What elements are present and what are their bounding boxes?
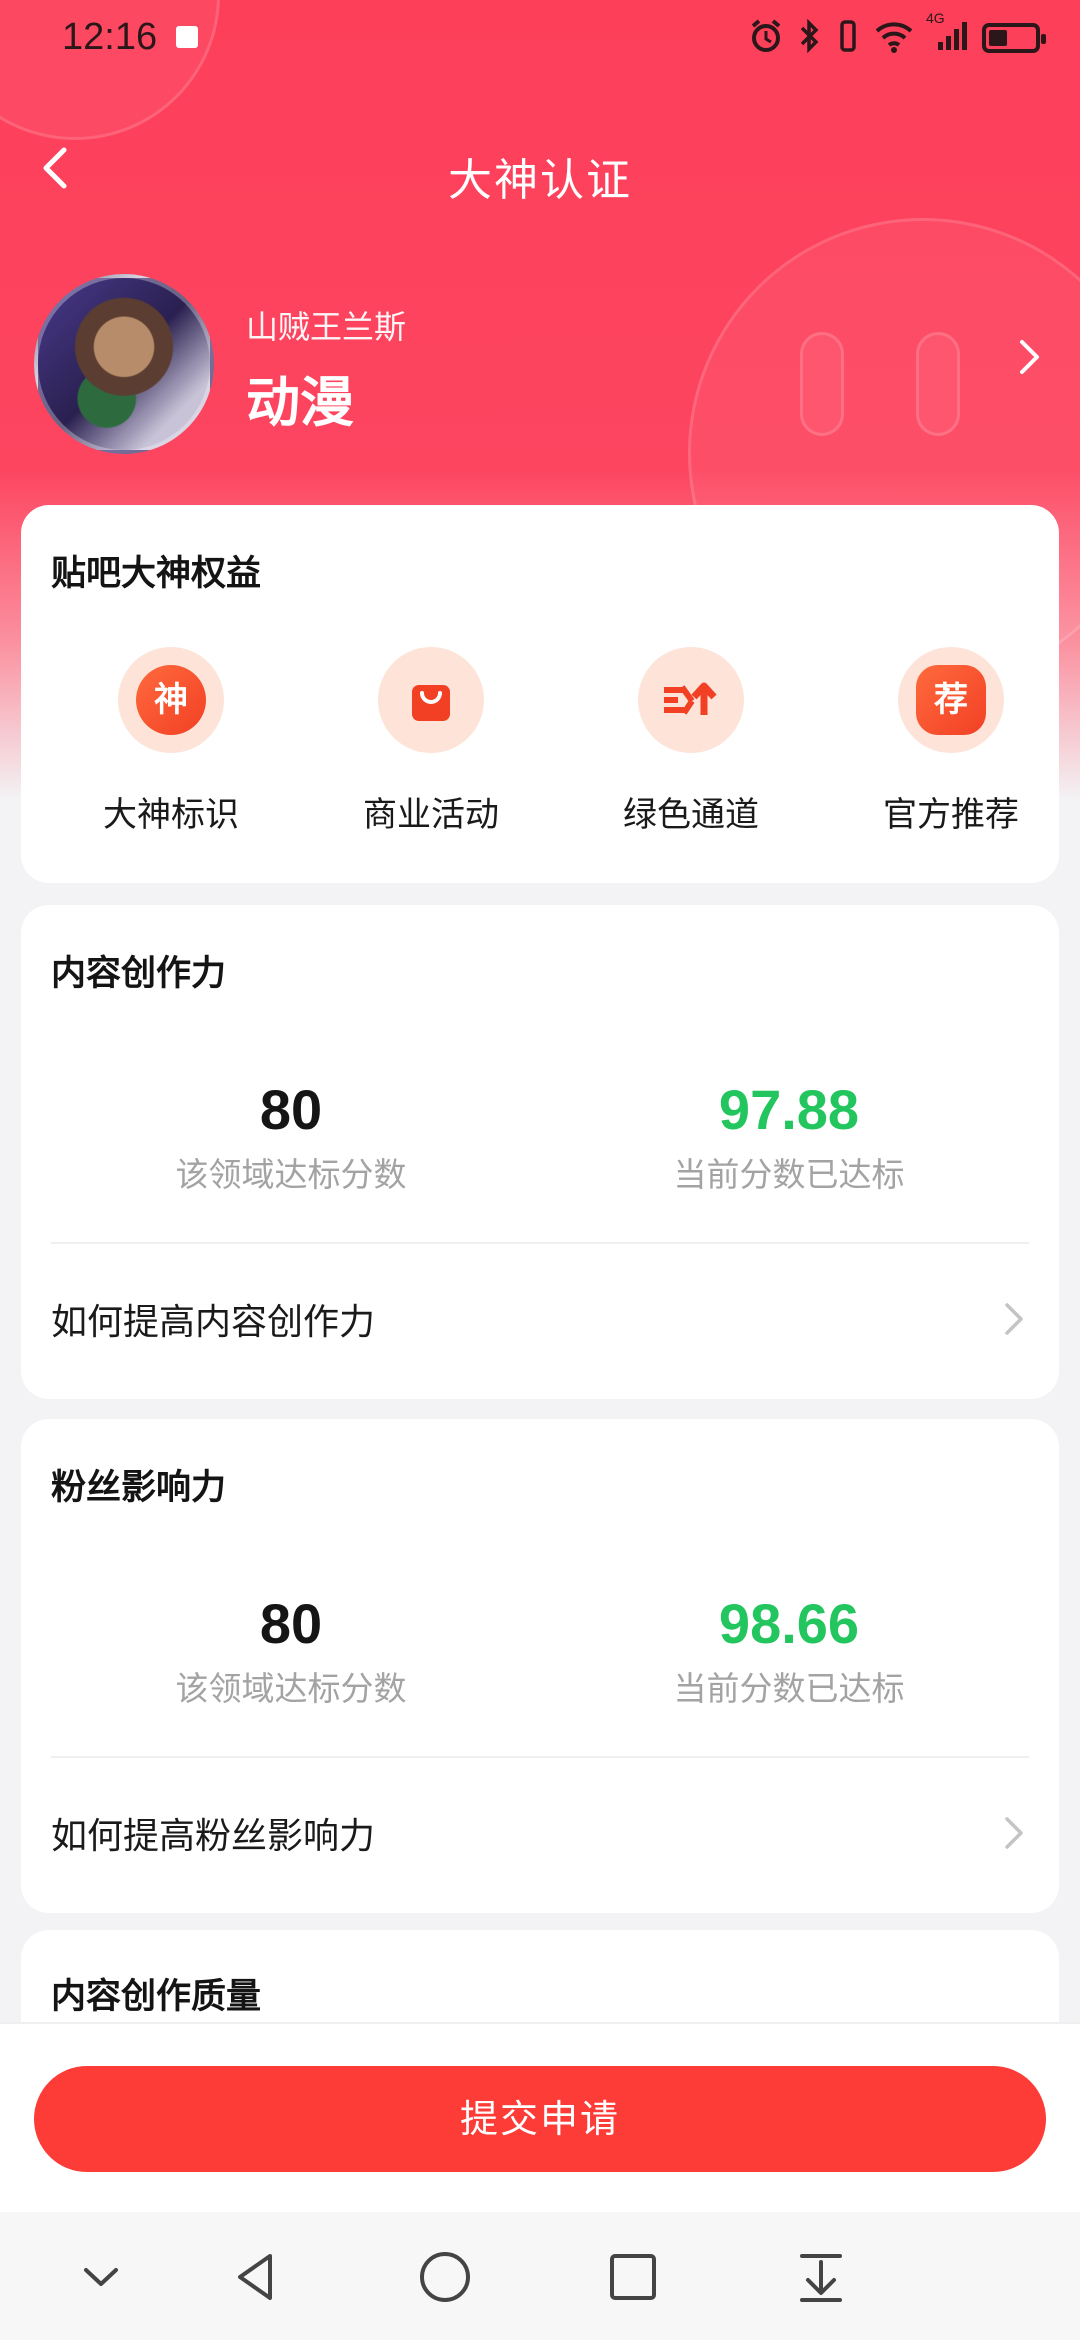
target-score: 80: [259, 1592, 323, 1655]
benefit-item-badge[interactable]: 神 大神标识: [71, 647, 271, 836]
benefit-label: 商业活动: [363, 795, 499, 835]
vibrate-icon: [836, 18, 860, 58]
content-power-title: 内容创作力: [51, 954, 227, 994]
avatar[interactable]: [34, 274, 214, 454]
wifi-icon: [874, 18, 914, 58]
shopping-bag-icon: [378, 647, 484, 753]
username: 山贼王兰斯: [246, 308, 407, 346]
target-score-label: 该领域达标分数: [175, 1669, 407, 1708]
benefits-card: 贴吧大神权益 神 大神标识 商业活动 绿色通道 荐 官方推荐: [21, 505, 1059, 883]
benefit-item-business[interactable]: 商业活动: [331, 647, 531, 836]
back-triangle-icon[interactable]: [222, 2242, 292, 2312]
content-quality-title: 内容创作质量: [51, 1977, 262, 2017]
shen-badge-icon-text: 神: [136, 665, 206, 735]
submit-application-button[interactable]: 提交申请: [34, 2066, 1046, 2172]
chevron-down-icon[interactable]: [66, 2242, 136, 2312]
profile-header[interactable]: 山贼王兰斯 动漫: [34, 272, 1054, 462]
target-score-block: 80 该领域达标分数: [41, 1077, 541, 1196]
improve-content-power-link[interactable]: 如何提高内容创作力: [51, 1293, 375, 1345]
status-time: 12:16: [62, 16, 158, 58]
target-score-label: 该领域达标分数: [175, 1155, 407, 1194]
improve-fan-influence-link[interactable]: 如何提高粉丝影响力: [51, 1807, 375, 1859]
network-type-label: 4G: [926, 10, 945, 26]
divider: [51, 1242, 1029, 1244]
reader-app-icon: [176, 26, 198, 48]
chevron-right-icon[interactable]: [1004, 332, 1054, 382]
home-circle-icon[interactable]: [410, 2242, 480, 2312]
alarm-icon: [748, 18, 784, 58]
chevron-right-icon[interactable]: [993, 1297, 1033, 1341]
benefit-label: 大神标识: [103, 795, 239, 835]
top-nav-bar: 大神认证: [0, 130, 1080, 214]
bluetooth-icon: [798, 18, 822, 58]
forum-name: 动漫: [246, 371, 354, 434]
cellular-signal-icon: 4G: [926, 10, 968, 58]
fan-influence-card: 粉丝影响力 80 该领域达标分数 98.66 当前分数已达标 如何提高粉丝影响力: [21, 1419, 1059, 1913]
fan-influence-title: 粉丝影响力: [51, 1468, 227, 1508]
fast-lane-icon: [638, 647, 744, 753]
current-score: 98.66: [718, 1592, 860, 1655]
benefits-title: 贴吧大神权益: [51, 554, 262, 594]
target-score: 80: [259, 1078, 323, 1141]
notification-pulldown-icon[interactable]: [786, 2242, 856, 2312]
benefit-item-recommend[interactable]: 荐 官方推荐: [851, 647, 1051, 836]
status-bar: 12:16 4G: [0, 0, 1080, 76]
current-score-label: 当前分数已达标: [673, 1155, 905, 1194]
content-power-card: 内容创作力 80 该领域达标分数 97.88 当前分数已达标 如何提高内容创作力: [21, 905, 1059, 1399]
target-score-block: 80 该领域达标分数: [41, 1591, 541, 1710]
current-score-label: 当前分数已达标: [673, 1669, 905, 1708]
status-icons: 4G: [748, 10, 1046, 58]
battery-icon: [982, 23, 1046, 53]
system-nav-bar: [0, 2212, 1080, 2340]
page-title: 大神认证: [448, 155, 632, 206]
recommend-badge-icon-text: 荐: [916, 665, 986, 735]
recommend-badge-icon: 荐: [898, 647, 1004, 753]
chevron-right-icon[interactable]: [993, 1811, 1033, 1855]
shen-badge-icon: 神: [118, 647, 224, 753]
recents-square-icon[interactable]: [598, 2242, 668, 2312]
benefit-item-fast-lane[interactable]: 绿色通道: [591, 647, 791, 836]
benefit-label: 绿色通道: [623, 795, 759, 835]
bottom-action-bar: 提交申请: [0, 2022, 1080, 2212]
current-score-block: 97.88 当前分数已达标: [539, 1077, 1039, 1196]
current-score: 97.88: [718, 1078, 860, 1141]
benefit-label: 官方推荐: [883, 795, 1019, 835]
current-score-block: 98.66 当前分数已达标: [539, 1591, 1039, 1710]
divider: [51, 1756, 1029, 1758]
